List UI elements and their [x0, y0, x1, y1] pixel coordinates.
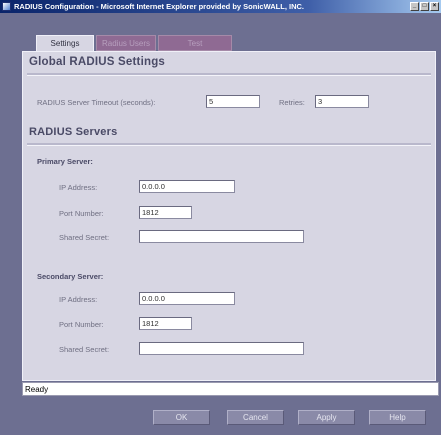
ie-app-icon[interactable] — [2, 2, 11, 11]
secondary-ip-label: IP Address: — [59, 295, 98, 304]
retries-input[interactable] — [315, 95, 369, 108]
primary-server-title: Primary Server: — [37, 157, 93, 166]
close-icon[interactable]: × — [430, 2, 439, 11]
cancel-button[interactable]: Cancel — [227, 410, 284, 425]
dialog-body: Settings Radius Users Test Global RADIUS… — [0, 13, 441, 435]
timeout-label: RADIUS Server Timeout (seconds): — [37, 98, 156, 107]
primary-secret-input[interactable] — [139, 230, 304, 243]
divider — [27, 73, 431, 76]
settings-panel: Global RADIUS Settings RADIUS Server Tim… — [22, 51, 436, 381]
tab-test[interactable]: Test — [158, 35, 232, 51]
window-title: RADIUS Configuration - Microsoft Interne… — [14, 2, 305, 11]
secondary-ip-input[interactable] — [139, 292, 235, 305]
radius-servers-heading: RADIUS Servers — [29, 126, 118, 138]
divider — [27, 143, 431, 146]
primary-port-label: Port Number: — [59, 209, 104, 218]
timeout-input[interactable] — [206, 95, 260, 108]
ok-button[interactable]: OK — [153, 410, 210, 425]
primary-ip-input[interactable] — [139, 180, 235, 193]
retries-label: Retries: — [279, 98, 305, 107]
window-controls: _ □ × — [410, 2, 439, 11]
secondary-port-input[interactable] — [139, 317, 192, 330]
maximize-icon[interactable]: □ — [420, 2, 429, 11]
status-bar: Ready — [22, 382, 439, 396]
tab-radius-users[interactable]: Radius Users — [96, 35, 156, 51]
global-settings-heading: Global RADIUS Settings — [29, 56, 166, 68]
title-bar: RADIUS Configuration - Microsoft Interne… — [0, 0, 441, 13]
minimize-icon[interactable]: _ — [410, 2, 419, 11]
primary-secret-label: Shared Secret: — [59, 233, 110, 242]
primary-ip-label: IP Address: — [59, 183, 98, 192]
secondary-server-title: Secondary Server: — [37, 272, 104, 281]
apply-button[interactable]: Apply — [298, 410, 355, 425]
secondary-secret-input[interactable] — [139, 342, 304, 355]
help-button[interactable]: Help — [369, 410, 426, 425]
primary-port-input[interactable] — [139, 206, 192, 219]
secondary-secret-label: Shared Secret: — [59, 345, 110, 354]
secondary-port-label: Port Number: — [59, 320, 104, 329]
